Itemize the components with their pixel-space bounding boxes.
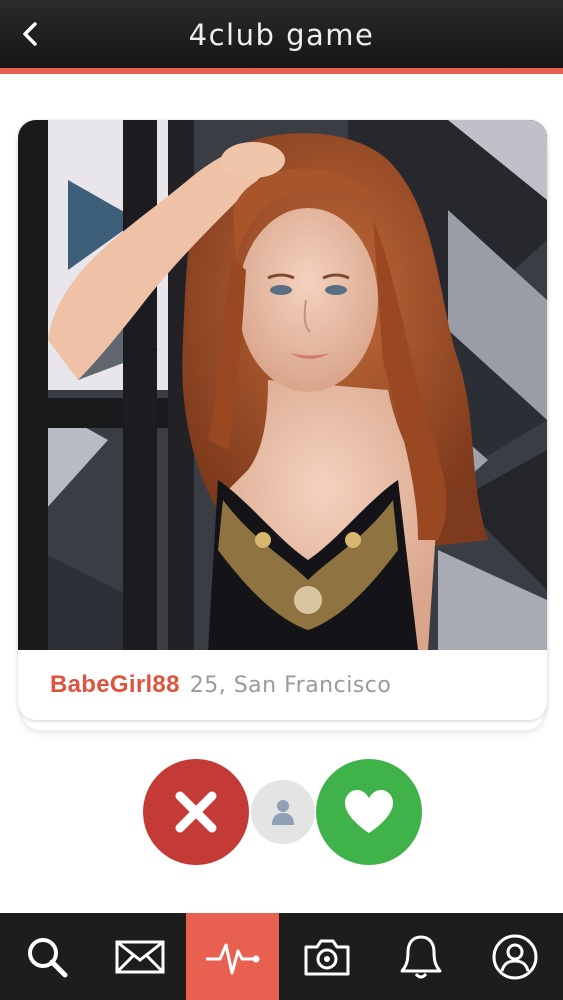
profile-age-location: 25, San Francisco: [189, 672, 392, 698]
profile-name: BabeGirl88: [50, 671, 180, 698]
user-icon: [492, 934, 538, 979]
card-info: BabeGirl88 25, San Francisco: [18, 650, 547, 720]
like-button[interactable]: [316, 759, 422, 865]
pulse-icon: [205, 943, 259, 974]
view-profile-button[interactable]: [251, 780, 315, 844]
camera-icon: [304, 939, 350, 975]
nope-button[interactable]: [143, 759, 249, 865]
tab-search[interactable]: [0, 913, 93, 1000]
bell-icon: [400, 935, 442, 978]
tab-camera[interactable]: [279, 913, 375, 1000]
search-icon: [27, 937, 67, 977]
tab-activity[interactable]: [186, 913, 279, 1000]
heart-icon: [345, 790, 393, 833]
x-icon: [175, 791, 217, 833]
bottom-tab-bar: [0, 913, 563, 1000]
tab-profile[interactable]: [467, 913, 563, 1000]
page-title: 4club game: [188, 18, 375, 52]
tab-notifications[interactable]: [375, 913, 467, 1000]
profile-photo: [18, 120, 547, 650]
person-icon: [272, 800, 294, 825]
profile-card[interactable]: BabeGirl88 25, San Francisco: [18, 120, 547, 720]
tab-messages[interactable]: [93, 913, 186, 1000]
envelope-icon: [115, 940, 164, 973]
header-bar: 4club game: [0, 0, 563, 74]
header-accent-line: [0, 68, 563, 74]
